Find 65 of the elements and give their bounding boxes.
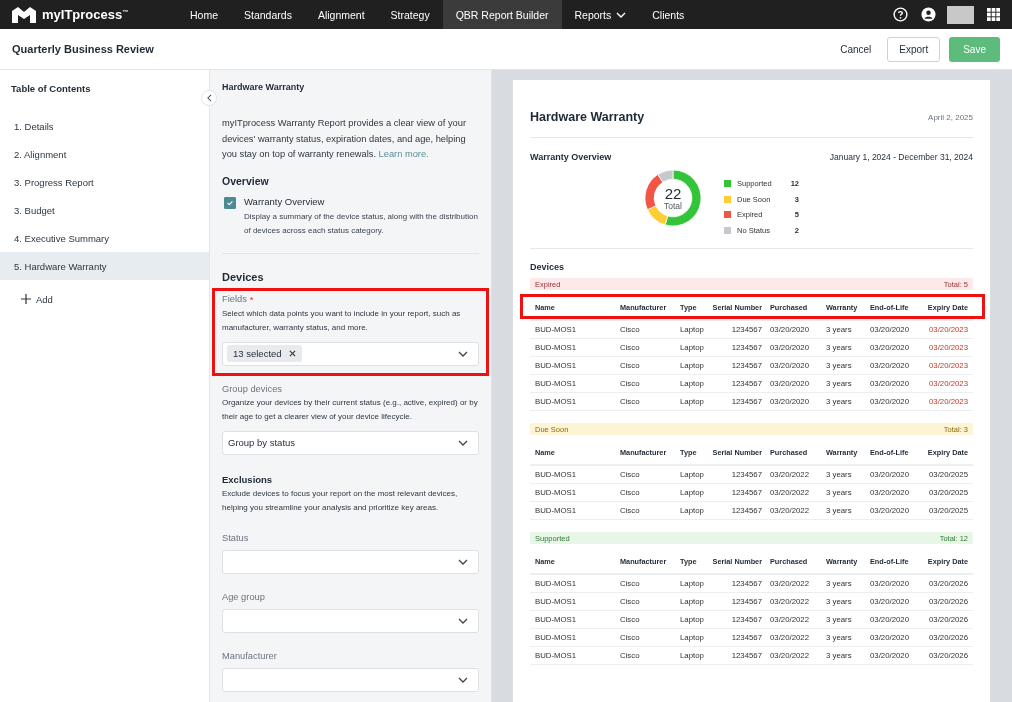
option-description: Display a summary of the device status, along with the distribution of devices across each status category. [244,210,479,237]
sidebar-item[interactable]: 3. Progress Report [0,168,209,196]
nav-tab[interactable]: Home [177,0,231,29]
overview-title: Warranty Overview [530,152,612,162]
devices-title: Devices [530,262,566,272]
close-icon[interactable] [288,350,296,357]
nav-tab[interactable]: Alignment [304,0,378,29]
total-label: Total [664,200,682,211]
report-date: April 2, 2025 [928,112,973,122]
field-label: Fields [222,293,247,305]
help-icon[interactable] [893,7,908,22]
field-label: Age group [222,591,266,602]
field-label: Manufacturer [222,650,278,661]
nav-tab[interactable]: Clients [639,0,698,29]
checkmark-icon [226,198,234,207]
overview-heading: Overview [222,174,270,187]
user-icon[interactable] [921,7,936,22]
total-value: 22 [664,185,682,201]
page-title: Quarterly Business Review [12,43,154,55]
header-button[interactable]: Cancel [833,36,879,62]
sidebar-item[interactable]: 4. Executive Summary [0,224,209,252]
logo-icon [11,5,37,24]
field-label: Group devices [222,383,283,394]
multi-select-field[interactable]: 13 selected [222,341,479,366]
chevron-left-icon [206,94,212,102]
select-field[interactable] [222,667,479,692]
chevron-down-icon [458,350,468,357]
select-field[interactable] [222,549,479,574]
chevron-down-icon [458,617,468,624]
sidebar-item[interactable]: 2. Alignment [0,140,209,168]
selection-chip[interactable]: 13 selected [227,345,302,362]
sidebar-title: Table of Contents [10,83,92,94]
field-label: Status [222,532,250,543]
select-field[interactable]: Group by status [222,430,479,455]
learn-more-link[interactable]: Learn more. [378,149,429,159]
description-text: myITprocess Warranty Report provides a clear view of your devices' warranty status, expiration dates, and age, helping you stay on top of warranty renewals. Learn more. [222,117,468,161]
checkbox[interactable] [224,196,236,209]
nav-tab[interactable]: Reports [561,0,640,29]
app-grid-icon[interactable] [987,8,1000,21]
section-title: Hardware Warranty [222,82,306,92]
header-button[interactable]: Export [887,36,941,62]
sidebar-item[interactable]: 3. Budget [0,196,209,224]
field-description: Organize your devices by their current status (e.g., active, expired) or by their age to get a clearer view of your device lifecycle. [222,396,479,423]
nav-tab[interactable]: Strategy [377,0,443,29]
avatar-placeholder[interactable] [947,5,974,24]
devices-heading: Devices [222,270,265,283]
exclusions-heading: Exclusions [222,473,274,485]
date-range: January 1, 2024 - December 31, 2024 [829,152,973,162]
sidebar-item[interactable]: 5. Hardware Warranty [0,252,209,280]
chevron-down-icon [458,558,468,565]
sidebar-item[interactable]: 1. Details [0,112,209,140]
logo-text: myITprocess$^{™}$ [42,7,129,22]
plus-icon [21,294,31,304]
chevron-down-icon [458,439,468,446]
field-description: Exclude devices to focus your report on the most relevant devices, helping you streamline your analysis and prioritize key areas. [222,487,459,514]
select-field[interactable] [222,608,479,633]
report-title: Hardware Warranty [530,110,645,124]
add-button[interactable]: Add [0,288,74,310]
nav-tab[interactable]: QBR Report Builder [442,0,562,29]
collapse-button[interactable] [201,90,217,106]
field-description: Select which data points you want to include in your report, such as manufacturer, warranty status, and more. [222,307,462,334]
chevron-down-icon [458,676,468,683]
checkbox-label: Warranty Overview [244,195,326,207]
nav-tab[interactable]: Standards [231,0,305,29]
required-mark: * [249,293,254,305]
